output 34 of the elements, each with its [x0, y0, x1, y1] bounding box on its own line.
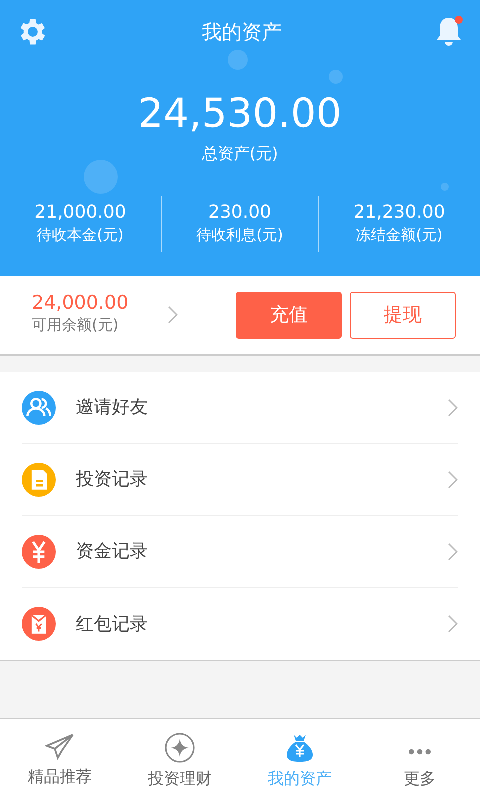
chevron-icon — [448, 542, 458, 560]
balance-label: 可用余额(元) — [32, 315, 120, 336]
stat-amount: 21,000.00 — [34, 202, 128, 224]
total-amount: 24,530.00 — [137, 94, 343, 134]
menu-label: 资金记录 — [76, 540, 149, 564]
stat-amount: 21,230.00 — [352, 202, 446, 224]
tab[interactable]: 投资理财 — [120, 719, 240, 800]
menu-item[interactable]: 红包记录 — [22, 588, 458, 660]
chevron-icon — [448, 398, 458, 416]
chevron-icon[interactable] — [168, 306, 178, 324]
recharge-button[interactable]: 充值 — [236, 292, 342, 338]
chevron-icon — [448, 615, 458, 633]
menu-item[interactable]: 邀请好友 — [22, 372, 458, 444]
stat-label: 待收利息(元) — [196, 224, 284, 246]
withdraw-button[interactable]: 提现 — [350, 292, 456, 338]
page-title: 我的资产 — [202, 19, 282, 46]
menu-label: 红包记录 — [76, 612, 149, 636]
tab[interactable]: 精品推荐 — [0, 719, 120, 800]
menu-label: 邀请好友 — [76, 396, 149, 420]
menu-label: 投资记录 — [76, 468, 149, 492]
more-icon — [409, 749, 431, 755]
stat-label: 待收本金(元) — [36, 224, 125, 246]
total-label: 总资产(元) — [200, 143, 280, 165]
stat-label: 冻结金额(元) — [355, 224, 444, 246]
notification-bell-icon[interactable] — [434, 16, 464, 48]
money-bag-icon — [285, 733, 315, 763]
balance-amount: 24,000.00 — [32, 293, 130, 314]
chevron-icon — [448, 470, 458, 488]
star-circle-icon — [165, 733, 195, 763]
menu-item[interactable]: 投资记录 — [22, 444, 458, 516]
stat-amount: 230.00 — [208, 202, 272, 224]
paper-plane-icon — [45, 733, 75, 761]
tab[interactable]: 更多 — [360, 719, 480, 800]
menu-item[interactable]: 资金记录 — [22, 516, 458, 588]
